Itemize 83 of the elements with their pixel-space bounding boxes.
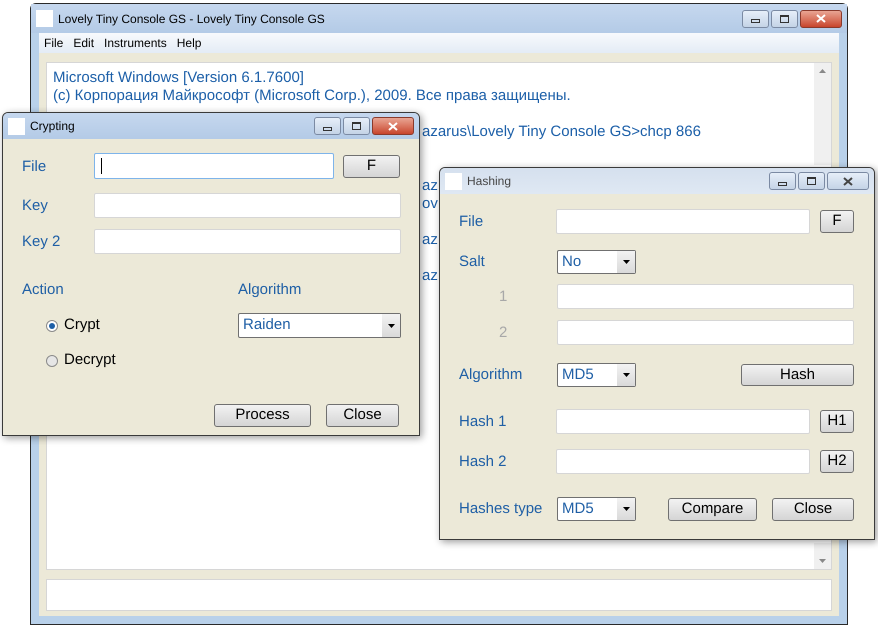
scrollbar-top[interactable] [814,63,831,165]
dropdown[interactable]: MD5 [557,363,636,387]
field-label: File [22,156,46,176]
caret-icon [622,507,630,511]
console-line: az [422,267,438,284]
field-label: File [459,212,484,232]
maximize-icon [780,14,789,22]
close-icon [843,176,853,186]
menu-item[interactable]: Instruments [104,34,167,52]
minimize-button[interactable] [769,172,796,190]
window-title: Hashing [467,173,512,190]
scroll-down-icon [819,559,826,563]
close-button[interactable] [800,10,842,28]
field-label: Algorithm [459,364,522,384]
maximize-button[interactable] [343,117,370,135]
command-input[interactable] [46,579,832,611]
minimize-icon [751,19,760,23]
push-button[interactable]: F [820,210,854,233]
dropdown[interactable]: Raiden [238,313,401,338]
caret-icon [622,260,630,264]
app-icon [8,118,25,134]
field-label: Algorithm [238,280,302,300]
maximize-icon [352,122,361,130]
radio-label: Decrypt [64,350,116,370]
menu-item[interactable]: Help [176,34,202,52]
scrollbar-bottom[interactable] [814,543,831,569]
push-button[interactable]: Process [214,404,311,427]
push-button[interactable]: H2 [820,450,854,473]
app-icon [36,10,53,27]
input-field[interactable] [556,409,810,434]
radio-button[interactable] [46,354,58,366]
radio-label: Crypt [64,315,100,336]
app-icon [445,172,462,190]
push-button[interactable]: Compare [668,498,757,520]
maximize-button[interactable] [771,10,798,28]
minimize-icon [778,182,787,186]
field-label: Key 2 [22,232,60,252]
push-button[interactable]: F [343,154,400,178]
push-button[interactable]: H1 [820,410,854,433]
console-line: (c) Корпорация Майкрософт (Microsoft Corp.), 2009. Все права защищены. [53,87,571,104]
field-label: Action [22,280,64,300]
close-button[interactable] [827,172,869,190]
input-field[interactable] [556,449,810,474]
field-label: 1 [499,286,508,306]
push-button[interactable]: Close [326,404,399,427]
console-line: Microsoft Windows [Version 6.1.7600] [53,69,304,86]
field-label: Hashes type [459,498,542,518]
close-icon [816,14,826,23]
input-field[interactable] [556,284,854,309]
input-field[interactable] [94,193,401,218]
close-button[interactable] [372,117,414,135]
minimize-button[interactable] [742,10,769,28]
maximize-icon [807,177,816,185]
text-cursor [101,158,102,174]
field-label: Hash 2 [459,452,507,472]
input-field[interactable] [94,229,401,254]
menu-item[interactable]: Edit [73,34,94,52]
console-line: az [422,177,438,194]
push-button[interactable]: Close [772,498,854,520]
field-label: Hash 1 [459,412,507,432]
minimize-button[interactable] [314,117,341,135]
caret-icon [388,324,394,328]
field-label: Salt [459,252,485,272]
caret-icon [622,373,630,377]
field-label: Key [22,196,48,216]
push-button[interactable]: Hash [741,364,854,386]
close-icon [388,122,398,130]
field-label: 2 [499,322,508,342]
scroll-up-icon [819,69,826,73]
console-line: az [422,231,438,248]
console-line: ov [422,195,438,212]
input-field[interactable] [94,153,334,179]
radio-button[interactable] [46,320,58,332]
window-title: Crypting [30,118,75,135]
input-field[interactable] [556,209,810,234]
maximize-button[interactable] [798,172,825,190]
window-title: Lovely Tiny Console GS - Lovely Tiny Console GS [58,10,325,28]
dropdown[interactable]: No [557,250,636,274]
dropdown[interactable]: MD5 [557,497,636,521]
menu-item[interactable]: File [44,34,64,52]
console-line: azarus\Lovely Tiny Console GS>chcp 866 [422,123,701,140]
minimize-icon [323,126,332,130]
input-field[interactable] [556,320,854,345]
